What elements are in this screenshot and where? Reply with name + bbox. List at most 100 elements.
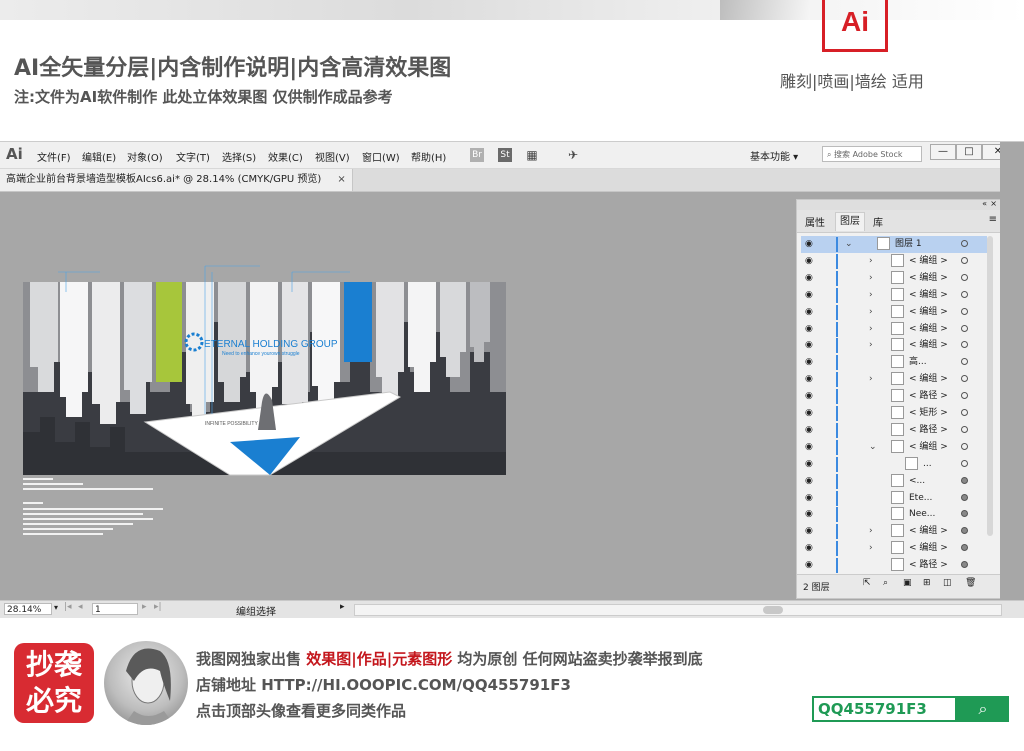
layer-row[interactable]: ◉ Ete... bbox=[801, 490, 987, 507]
layer-row[interactable]: ◉ Nee... bbox=[801, 506, 987, 523]
menu-type[interactable]: 文字(T) bbox=[176, 149, 210, 164]
chevron-right-icon[interactable]: › bbox=[869, 523, 873, 540]
chevron-right-icon[interactable]: › bbox=[869, 337, 873, 354]
status-menu-icon[interactable]: ▸ bbox=[340, 602, 345, 612]
tab-properties[interactable]: 属性 bbox=[803, 214, 827, 229]
layer-target-icon[interactable] bbox=[961, 476, 968, 484]
horizontal-scrollbar[interactable] bbox=[354, 604, 1002, 616]
menu-effect[interactable]: 效果(C) bbox=[268, 149, 303, 164]
layer-target-icon[interactable] bbox=[961, 324, 968, 332]
layer-target-icon[interactable] bbox=[961, 527, 968, 535]
layer-target-icon[interactable] bbox=[961, 341, 968, 349]
layer-target-icon[interactable] bbox=[961, 290, 968, 298]
menu-window[interactable]: 窗口(W) bbox=[362, 149, 400, 164]
layer-row[interactable]: ◉ < 路径 > bbox=[801, 388, 987, 405]
visibility-eye-icon[interactable]: ◉ bbox=[805, 388, 813, 405]
arrange-documents-icon[interactable]: ▦ bbox=[525, 148, 539, 162]
visibility-eye-icon[interactable]: ◉ bbox=[805, 456, 813, 473]
layer-target-icon[interactable] bbox=[961, 510, 968, 518]
visibility-eye-icon[interactable]: ◉ bbox=[805, 439, 813, 456]
layer-row[interactable]: ◉ › < 编组 > bbox=[801, 253, 987, 270]
layer-target-icon[interactable] bbox=[961, 358, 968, 366]
layer-target-icon[interactable] bbox=[961, 240, 968, 247]
chevron-right-icon[interactable]: › bbox=[869, 321, 873, 338]
layer-row[interactable]: ◉ < 矩形 > bbox=[801, 405, 987, 422]
visibility-eye-icon[interactable]: ◉ bbox=[805, 236, 813, 253]
stock-icon[interactable]: St bbox=[498, 148, 512, 162]
layer-row[interactable]: ◉ 高... bbox=[801, 354, 987, 371]
visibility-eye-icon[interactable]: ◉ bbox=[805, 490, 813, 507]
bridge-icon[interactable]: Br bbox=[470, 148, 484, 162]
next-artboard-icon[interactable]: ▸ bbox=[142, 602, 147, 612]
chevron-right-icon[interactable]: › bbox=[869, 540, 873, 557]
visibility-eye-icon[interactable]: ◉ bbox=[805, 506, 813, 523]
visibility-eye-icon[interactable]: ◉ bbox=[805, 557, 813, 574]
visibility-eye-icon[interactable]: ◉ bbox=[805, 371, 813, 388]
document-tab[interactable]: 高端企业前台背景墙造型模板AIcs6.ai* @ 28.14% (CMYK/GP… bbox=[0, 169, 353, 191]
visibility-eye-icon[interactable]: ◉ bbox=[805, 321, 813, 338]
workspace-switcher[interactable]: 基本功能 ▾ bbox=[750, 148, 798, 163]
close-panel-icon[interactable]: × bbox=[990, 199, 997, 208]
layer-row[interactable]: ◉ < 路径 > bbox=[801, 557, 987, 574]
layer-target-icon[interactable] bbox=[961, 493, 968, 501]
layer-target-icon[interactable] bbox=[961, 409, 968, 416]
visibility-eye-icon[interactable]: ◉ bbox=[805, 523, 813, 540]
layer-target-icon[interactable] bbox=[961, 392, 968, 400]
tab-layers[interactable]: 图层 bbox=[835, 212, 865, 231]
visibility-eye-icon[interactable]: ◉ bbox=[805, 405, 813, 422]
visibility-eye-icon[interactable]: ◉ bbox=[805, 304, 813, 321]
chevron-right-icon[interactable]: › bbox=[869, 253, 873, 270]
shop-search-input[interactable]: QQ455791F3 bbox=[812, 696, 957, 722]
chevron-down-icon[interactable]: ⌄ bbox=[845, 236, 853, 253]
layer-row[interactable]: ◉ › < 编组 > bbox=[801, 371, 987, 388]
maximize-button[interactable]: □ bbox=[956, 144, 982, 160]
close-tab-icon[interactable]: × bbox=[337, 174, 345, 185]
artboard-canvas[interactable]: ETERNAL HOLDING GROUP Need to enhance yo… bbox=[0, 192, 790, 600]
chevron-right-icon[interactable]: › bbox=[869, 304, 873, 321]
layer-row[interactable]: ◉ < 路径 > bbox=[801, 422, 987, 439]
shop-avatar[interactable] bbox=[104, 641, 188, 725]
layer-row[interactable]: ◉ › < 编组 > bbox=[801, 540, 987, 557]
layer-target-icon[interactable] bbox=[961, 375, 968, 383]
menu-view[interactable]: 视图(V) bbox=[315, 149, 350, 164]
layer-target-icon[interactable] bbox=[961, 544, 968, 552]
layer-row[interactable]: ◉ › < 编组 > bbox=[801, 337, 987, 354]
layer-row[interactable]: ◉ › < 编组 > bbox=[801, 270, 987, 287]
layer-target-icon[interactable] bbox=[961, 425, 968, 433]
layer-target-icon[interactable] bbox=[961, 561, 968, 569]
visibility-eye-icon[interactable]: ◉ bbox=[805, 253, 813, 270]
menu-edit[interactable]: 编辑(E) bbox=[82, 149, 116, 164]
tab-libraries[interactable]: 库 bbox=[871, 214, 885, 229]
locate-object-icon[interactable]: ⌕ bbox=[883, 578, 888, 588]
panel-scrollbar[interactable] bbox=[987, 236, 993, 536]
stock-search-input[interactable]: ⌕ 搜索 Adobe Stock bbox=[822, 146, 922, 162]
layer-row[interactable]: ◉ › < 编组 > bbox=[801, 304, 987, 321]
delete-layer-icon[interactable]: 🗑 bbox=[965, 578, 976, 588]
clipping-mask-icon[interactable]: ▣ bbox=[903, 578, 912, 588]
visibility-eye-icon[interactable]: ◉ bbox=[805, 473, 813, 490]
menu-help[interactable]: 帮助(H) bbox=[411, 149, 446, 164]
menu-select[interactable]: 选择(S) bbox=[222, 149, 256, 164]
chevron-right-icon[interactable]: › bbox=[869, 371, 873, 388]
panel-menu-icon[interactable]: ≡ bbox=[989, 214, 997, 225]
visibility-eye-icon[interactable]: ◉ bbox=[805, 287, 813, 304]
first-artboard-icon[interactable]: |◂ bbox=[64, 602, 72, 612]
layer-row[interactable]: ◉ › < 编组 > bbox=[801, 523, 987, 540]
visibility-eye-icon[interactable]: ◉ bbox=[805, 540, 813, 557]
visibility-eye-icon[interactable]: ◉ bbox=[805, 337, 813, 354]
horizontal-scroll-thumb[interactable] bbox=[763, 606, 783, 614]
visibility-eye-icon[interactable]: ◉ bbox=[805, 354, 813, 371]
layer-row[interactable]: ◉ › < 编组 > bbox=[801, 287, 987, 304]
layer-row[interactable]: ◉... bbox=[801, 456, 987, 473]
prev-artboard-icon[interactable]: ◂ bbox=[78, 602, 83, 612]
menu-file[interactable]: 文件(F) bbox=[37, 149, 71, 164]
gpu-performance-icon[interactable]: ✈ bbox=[566, 148, 580, 162]
layer-target-icon[interactable] bbox=[961, 256, 968, 264]
zoom-dropdown-icon[interactable]: ▾ bbox=[54, 603, 58, 612]
vertical-scroll-track[interactable] bbox=[1000, 142, 1024, 600]
layer-row-top[interactable]: ◉ ⌄ 图层 1 bbox=[801, 236, 987, 253]
new-sublayer-icon[interactable]: ⊞ bbox=[923, 578, 931, 588]
zoom-level-field[interactable]: 28.14% bbox=[4, 603, 52, 615]
menu-object[interactable]: 对象(O) bbox=[127, 149, 163, 164]
visibility-eye-icon[interactable]: ◉ bbox=[805, 270, 813, 287]
